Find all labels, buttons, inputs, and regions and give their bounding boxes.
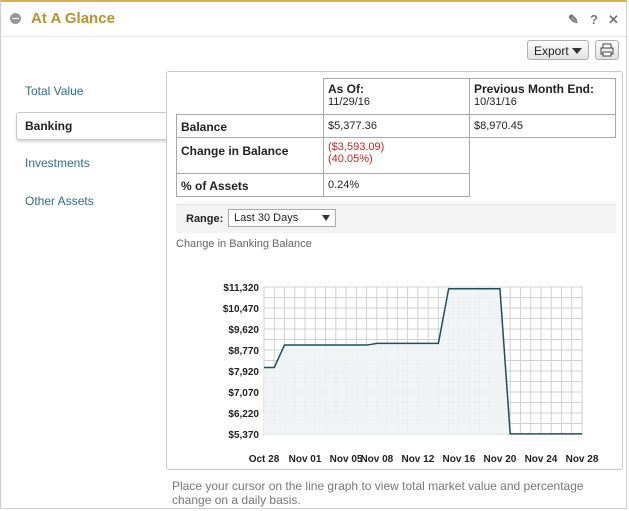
y-tick-label: $7,920 xyxy=(228,367,259,378)
y-tick-label: $7,070 xyxy=(228,388,259,399)
y-tick-label: $6,220 xyxy=(228,409,259,420)
x-tick-label: Nov 16 xyxy=(443,454,476,465)
x-tick-label: Nov 08 xyxy=(360,454,393,465)
y-tick-label: $5,370 xyxy=(228,430,259,441)
x-tick-label: Nov 01 xyxy=(289,454,322,465)
chart-hint: Place your cursor on the line graph to v… xyxy=(172,479,584,507)
x-tick-label: Nov 12 xyxy=(401,454,434,465)
banking-balance-chart[interactable]: $5,370 $6,220 $7,070 $7,920 $8,770 $9,620 $10,… xyxy=(0,0,629,511)
y-tick-label: $8,770 xyxy=(228,346,259,357)
y-tick-label: $11,320 xyxy=(223,283,259,294)
x-tick-label: Nov 05 xyxy=(330,454,363,465)
x-tick-label: Nov 28 xyxy=(566,454,599,465)
y-tick-label: $9,620 xyxy=(228,325,259,336)
x-tick-label: Nov 20 xyxy=(484,454,517,465)
x-tick-label: Oct 28 xyxy=(249,454,280,465)
y-tick-label: $10,470 xyxy=(223,304,260,315)
x-tick-label: Nov 24 xyxy=(525,454,558,465)
